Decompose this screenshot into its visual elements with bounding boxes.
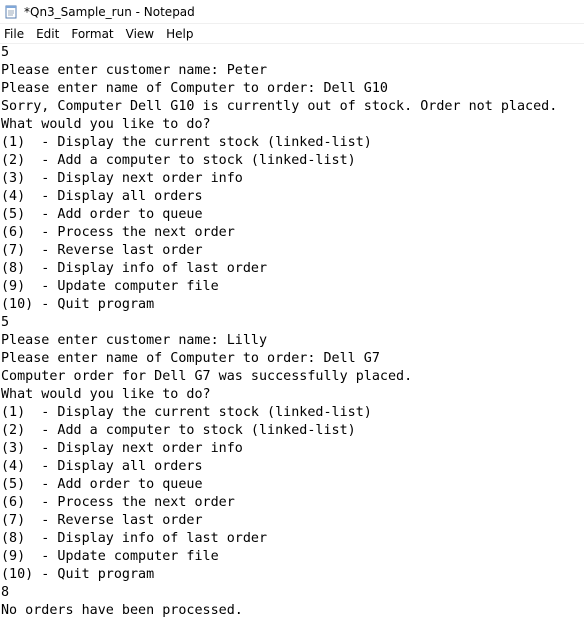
text-line: 5: [1, 45, 10, 60]
text-line: (5) - Add order to queue: [1, 207, 203, 222]
menu-format[interactable]: Format: [65, 24, 119, 44]
text-line: Please enter customer name: Peter: [1, 63, 268, 78]
notepad-icon: [4, 5, 18, 19]
window-title: *Qn3_Sample_run - Notepad: [24, 4, 195, 19]
text-line: (7) - Reverse last order: [1, 243, 203, 258]
menu-bar: File Edit Format View Help: [0, 24, 584, 44]
text-line: (1) - Display the current stock (linked-…: [1, 405, 372, 420]
editor-content[interactable]: 5 Please enter customer name: Peter Plea…: [0, 44, 584, 620]
text-line: (8) - Display info of last order: [1, 531, 268, 546]
menu-edit[interactable]: Edit: [30, 24, 65, 44]
text-line: (4) - Display all orders: [1, 189, 203, 204]
text-line: (3) - Display next order info: [1, 171, 243, 186]
text-line: (9) - Update computer file: [1, 549, 219, 564]
text-line: What would you like to do?: [1, 117, 211, 132]
text-line: (8) - Display info of last order: [1, 261, 268, 276]
text-line: What would you like to do?: [1, 387, 211, 402]
menu-help[interactable]: Help: [160, 24, 199, 44]
text-line: (6) - Process the next order: [1, 495, 235, 510]
text-line: (6) - Process the next order: [1, 225, 235, 240]
menu-view[interactable]: View: [120, 24, 160, 44]
text-line: 8: [1, 585, 10, 600]
text-line: (2) - Add a computer to stock (linked-li…: [1, 153, 356, 168]
text-line: (4) - Display all orders: [1, 459, 203, 474]
text-line: Please enter name of Computer to order: …: [1, 351, 380, 366]
text-line: (10) - Quit program: [1, 297, 155, 312]
text-editor[interactable]: 5 Please enter customer name: Peter Plea…: [0, 44, 584, 621]
text-line: Please enter name of Computer to order: …: [1, 81, 388, 96]
text-line: No orders have been processed.: [1, 603, 243, 618]
menu-file[interactable]: File: [0, 24, 30, 44]
text-line: 5: [1, 315, 10, 330]
text-line: Sorry, Computer Dell G10 is currently ou…: [1, 99, 558, 114]
text-line: (9) - Update computer file: [1, 279, 219, 294]
text-line: Computer order for Dell G7 was successfu…: [1, 369, 413, 384]
text-line: (2) - Add a computer to stock (linked-li…: [1, 423, 356, 438]
text-line: Please enter customer name: Lilly: [1, 333, 268, 348]
title-bar[interactable]: *Qn3_Sample_run - Notepad: [0, 0, 584, 24]
text-line: (7) - Reverse last order: [1, 513, 203, 528]
text-line: (10) - Quit program: [1, 567, 155, 582]
text-line: (1) - Display the current stock (linked-…: [1, 135, 372, 150]
text-line: (5) - Add order to queue: [1, 477, 203, 492]
text-line: (3) - Display next order info: [1, 441, 243, 456]
